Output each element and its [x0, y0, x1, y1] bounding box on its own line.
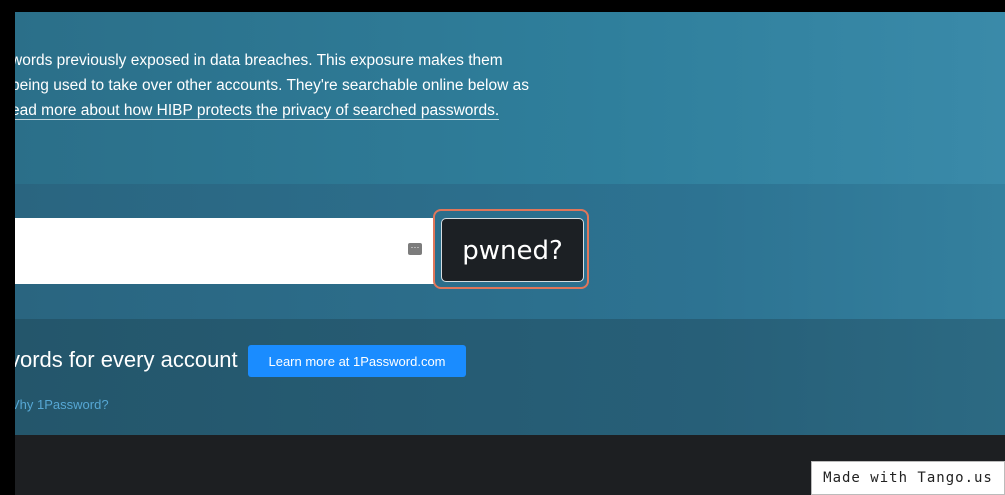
- tango-watermark: Made with Tango.us: [811, 461, 1005, 495]
- privacy-link[interactable]: ead more about how HIBP protects the pri…: [15, 102, 500, 120]
- page-viewport: words previously exposed in data breache…: [15, 12, 1005, 495]
- intro-line-3: ead more about how HIBP protects the pri…: [15, 98, 529, 123]
- learn-more-1password-button[interactable]: Learn more at 1Password.com: [248, 345, 466, 377]
- pwned-button[interactable]: pwned?: [441, 218, 584, 282]
- search-section: ··· pwned?: [15, 184, 1005, 319]
- screenshot-frame: words previously exposed in data breache…: [0, 0, 1005, 495]
- intro-paragraph: words previously exposed in data breache…: [15, 48, 529, 123]
- password-manager-icon[interactable]: ···: [408, 243, 422, 255]
- intro-line-1: words previously exposed in data breache…: [15, 52, 503, 69]
- promo-section: vords for every account Learn more at 1P…: [15, 319, 1005, 435]
- why-1password-link[interactable]: Vhy 1Password?: [15, 397, 109, 412]
- intro-line-2: being used to take over other accounts. …: [15, 77, 529, 94]
- promo-heading: vords for every account: [15, 347, 238, 372]
- password-input[interactable]: [15, 218, 435, 284]
- intro-section: words previously exposed in data breache…: [15, 12, 1005, 184]
